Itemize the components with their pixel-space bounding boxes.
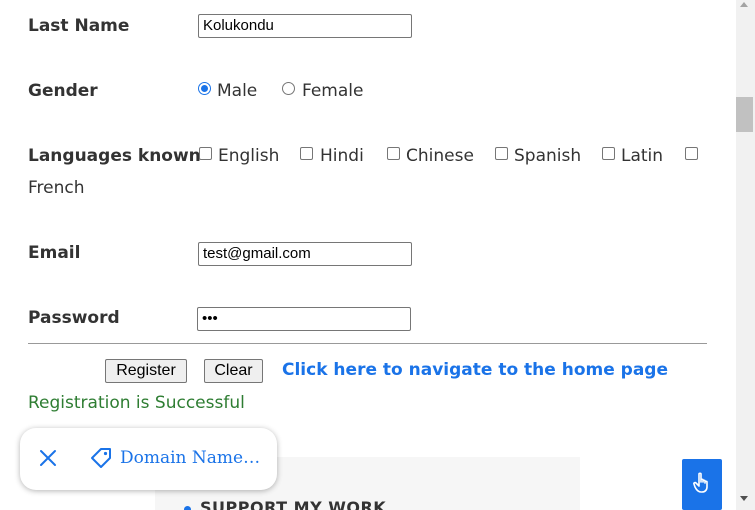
close-icon[interactable] — [38, 448, 58, 472]
language-french-label: French — [28, 178, 85, 198]
language-hindi-label: Hindi — [320, 146, 364, 166]
last-name-label: Last Name — [28, 16, 130, 36]
scrollbar-thumb[interactable] — [736, 97, 753, 132]
form-divider — [28, 343, 707, 344]
password-label: Password — [28, 308, 120, 328]
gender-female-radio[interactable] — [282, 82, 295, 95]
language-spanish-checkbox[interactable] — [495, 147, 508, 160]
scroll-down-arrow-icon[interactable] — [740, 496, 748, 501]
scroll-up-arrow-icon[interactable] — [740, 2, 748, 7]
gender-male-radio[interactable] — [198, 82, 211, 95]
language-chinese-label: Chinese — [406, 146, 474, 166]
last-name-input[interactable]: Kolukondu — [198, 14, 412, 38]
email-label: Email — [28, 243, 81, 263]
pointer-fab-button[interactable] — [682, 459, 722, 510]
registration-status-message: Registration is Successful — [28, 393, 245, 413]
gender-female-label: Female — [302, 81, 364, 101]
password-input[interactable]: ••• — [197, 307, 411, 331]
language-latin-label: Latin — [621, 146, 664, 166]
hand-pointer-icon — [692, 471, 712, 498]
language-english-checkbox[interactable] — [199, 147, 212, 160]
language-french-checkbox[interactable] — [685, 147, 698, 160]
email-input[interactable]: test@gmail.com — [198, 242, 412, 266]
home-page-link[interactable]: Click here to navigate to the home page — [282, 360, 668, 380]
clear-button[interactable]: Clear — [204, 359, 263, 383]
language-hindi-checkbox[interactable] — [300, 147, 313, 160]
support-heading: SUPPORT MY WORK — [200, 498, 387, 510]
language-spanish-label: Spanish — [514, 146, 582, 166]
domain-chip-label[interactable]: Domain Name… — [120, 448, 260, 468]
language-chinese-checkbox[interactable] — [387, 147, 400, 160]
gender-label: Gender — [28, 81, 98, 101]
tag-icon — [89, 446, 113, 474]
languages-label: Languages known — [28, 146, 201, 166]
support-bullet — [184, 506, 191, 510]
gender-male-label: Male — [217, 81, 258, 101]
vertical-scrollbar[interactable] — [736, 0, 755, 510]
language-latin-checkbox[interactable] — [602, 147, 615, 160]
registration-page: Last Name Kolukondu Gender Male Female L… — [0, 0, 736, 510]
register-button[interactable]: Register — [105, 359, 187, 383]
language-english-label: English — [218, 146, 280, 166]
